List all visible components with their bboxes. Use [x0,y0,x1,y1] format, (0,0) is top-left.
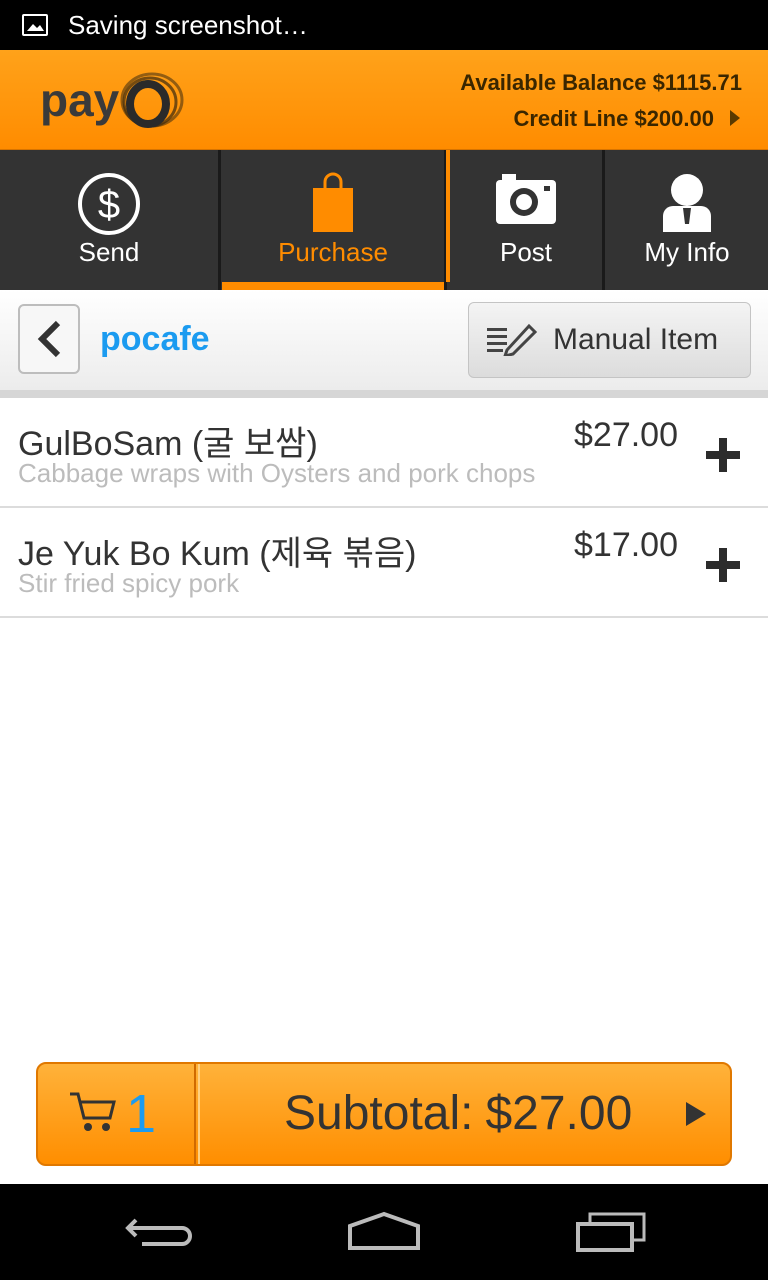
divider [198,1064,200,1164]
add-item-icon[interactable] [706,438,740,472]
dollar-icon: $ [77,172,141,241]
payo-logo: pay [40,66,190,136]
tab-label: Post [499,237,553,267]
tab-label: My Info [644,237,730,267]
play-arrow-icon [686,1102,706,1126]
checkout-bar[interactable]: 1 Subtotal: $27.00 [36,1062,732,1166]
shopping-bag-icon [308,172,358,239]
system-nav-bar [0,1184,768,1280]
tab-post[interactable]: Post [450,150,602,290]
tab-send[interactable]: $ Send [0,150,218,290]
store-name: pocafe [100,320,210,358]
list-item[interactable]: GulBoSam (굴 보쌈) Cabbage wraps with Oyste… [0,398,768,508]
tab-my-info[interactable]: My Info [606,150,768,290]
tab-divider [602,150,605,290]
subtotal-value: $27.00 [485,1087,633,1140]
add-item-icon[interactable] [706,548,740,582]
svg-text:pay: pay [40,74,120,126]
item-description: Stir fried spicy pork [18,568,240,598]
subtotal-label: Subtotal: [284,1087,474,1140]
manual-item-label: Manual Item [553,323,719,356]
tab-label: Purchase [278,237,388,267]
back-button[interactable] [18,304,80,374]
credit-line[interactable]: Credit Line $200.00 [513,106,714,132]
active-tab-indicator [222,282,444,290]
list-item[interactable]: Je Yuk Bo Kum (제육 볶음) Stir fried spicy p… [0,508,768,618]
cart-count: 1 [126,1084,157,1144]
status-text: Saving screenshot… [68,9,308,40]
home-nav-icon[interactable] [344,1210,424,1259]
manual-item-button[interactable]: Manual Item [468,302,751,378]
chevron-left-icon [37,320,61,358]
active-tab-edge [446,150,450,282]
available-balance: Available Balance $1115.71 [460,70,742,95]
back-nav-icon[interactable] [122,1210,196,1259]
tab-divider [218,150,221,290]
app-header: pay Available Balance $1115.71 Credit Li… [0,50,768,150]
edit-icon [485,320,538,361]
item-price: $17.00 [574,526,678,564]
status-bar: Saving screenshot… [0,0,768,50]
credit-line-arrow-icon[interactable] [730,110,740,126]
svg-text:$: $ [98,183,120,227]
camera-icon [494,172,558,233]
divider [0,390,768,398]
cart-icon [68,1090,118,1139]
item-description: Cabbage wraps with Oysters and pork chop… [18,458,536,488]
tab-label: Send [78,237,140,267]
image-icon [22,14,48,36]
subtotal: Subtotal: $27.00 [284,1086,632,1141]
tab-purchase[interactable]: Purchase [222,150,444,290]
recents-nav-icon[interactable] [574,1210,648,1259]
item-price: $27.00 [574,416,678,454]
store-header: pocafe Manual Item [0,290,768,390]
main-nav: $ Send Purchase Post My Info [0,150,768,290]
person-icon [659,172,715,239]
cart-button[interactable]: 1 [38,1064,196,1164]
